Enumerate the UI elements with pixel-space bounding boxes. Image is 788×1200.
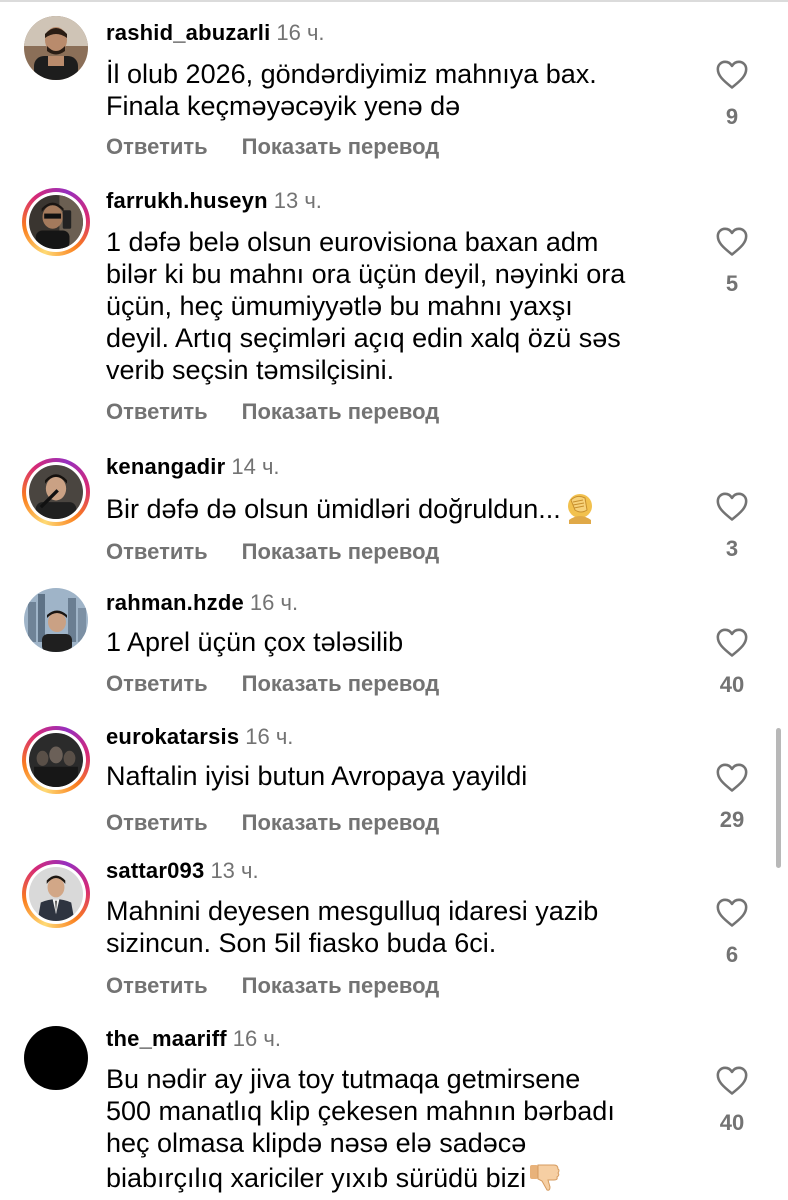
- show-translation-button[interactable]: Показать перевод: [242, 399, 440, 425]
- username[interactable]: kenangadir: [106, 454, 225, 479]
- comment-header: the_maariff 16 ч.: [106, 1026, 281, 1052]
- show-translation-button[interactable]: Показать перевод: [242, 134, 440, 160]
- username[interactable]: rashid_abuzarli: [106, 20, 270, 45]
- username[interactable]: farrukh.huseyn: [106, 188, 268, 213]
- heart-icon[interactable]: [715, 225, 749, 257]
- comment-header: kenangadir 14 ч.: [106, 454, 280, 480]
- like-control: 5: [708, 225, 756, 297]
- timestamp: 16 ч.: [232, 1026, 281, 1051]
- heart-icon[interactable]: [715, 1064, 749, 1096]
- reply-button[interactable]: Ответить: [106, 134, 208, 160]
- like-control: 40: [708, 626, 756, 698]
- username[interactable]: sattar093: [106, 858, 204, 883]
- like-control: 9: [708, 58, 756, 130]
- show-translation-button[interactable]: Показать перевод: [242, 973, 440, 999]
- avatar[interactable]: [22, 188, 90, 256]
- username[interactable]: eurokatarsis: [106, 724, 239, 749]
- username[interactable]: the_maariff: [106, 1026, 227, 1051]
- comment-actions: Ответить Показать перевод: [106, 973, 439, 999]
- face-palm-emoji: [563, 490, 597, 524]
- timestamp: 16 ч.: [249, 590, 299, 615]
- comment-actions: Ответить Показать перевод: [106, 399, 439, 425]
- like-control: 29: [708, 761, 756, 833]
- avatar[interactable]: [22, 458, 90, 526]
- avatar[interactable]: [24, 16, 88, 80]
- show-translation-button[interactable]: Показать перевод: [242, 810, 440, 836]
- show-translation-button[interactable]: Показать перевод: [242, 539, 440, 565]
- comment-text: İl olub 2026, göndərdiyimiz mahnıya bax.…: [106, 59, 597, 121]
- scrollbar[interactable]: [776, 728, 781, 868]
- comment-text: 1 Aprel üçün çox tələsilib: [106, 627, 404, 657]
- reply-button[interactable]: Ответить: [106, 539, 208, 565]
- reply-button[interactable]: Ответить: [106, 399, 208, 425]
- avatar[interactable]: [24, 1026, 88, 1090]
- comment-text: Bu nədir ay jiva toy tutmaqa getmirsene …: [106, 1063, 686, 1194]
- like-count: 6: [725, 942, 739, 967]
- avatar[interactable]: [22, 860, 90, 928]
- timestamp: 13 ч.: [210, 858, 259, 883]
- show-translation-button[interactable]: Показать перевод: [242, 671, 440, 697]
- reply-button[interactable]: Ответить: [106, 973, 208, 999]
- comment-header: rashid_abuzarli 16 ч.: [106, 20, 325, 46]
- timestamp: 13 ч.: [273, 188, 322, 213]
- comment-actions: Ответить Показать перевод: [106, 539, 439, 565]
- like-count: 5: [725, 271, 739, 296]
- comment-header: sattar093 13 ч.: [106, 858, 259, 884]
- avatar[interactable]: [22, 726, 90, 794]
- comment-actions: Ответить Показать перевод: [106, 134, 439, 160]
- like-count: 29: [719, 807, 745, 832]
- heart-icon[interactable]: [715, 761, 749, 793]
- comment-text: Bir dəfə də olsun ümidləri doğruldun...: [106, 490, 686, 525]
- comment-header: rahman.hzde 16 ч.: [106, 590, 298, 616]
- thumbs-down-emoji: [528, 1159, 562, 1193]
- like-count: 3: [725, 536, 739, 561]
- avatar[interactable]: [24, 588, 88, 652]
- like-control: 40: [708, 1064, 756, 1136]
- comment-text-content: Bir dəfə də olsun ümidləri doğruldun...: [106, 494, 561, 524]
- username[interactable]: rahman.hzde: [106, 590, 244, 615]
- comment-header: eurokatarsis 16 ч.: [106, 724, 293, 750]
- timestamp: 14 ч.: [231, 454, 280, 479]
- comment-header: farrukh.huseyn 13 ч.: [106, 188, 322, 214]
- like-count: 40: [719, 672, 745, 697]
- comment-text: 1 dəfə belə olsun eurovisiona baxan adm …: [106, 227, 626, 385]
- heart-icon[interactable]: [715, 490, 749, 522]
- timestamp: 16 ч.: [245, 724, 294, 749]
- comment-actions: Ответить Показать перевод: [106, 810, 439, 836]
- reply-button[interactable]: Ответить: [106, 671, 208, 697]
- timestamp: 16 ч.: [276, 20, 325, 45]
- heart-icon[interactable]: [715, 896, 749, 928]
- reply-button[interactable]: Ответить: [106, 810, 208, 836]
- heart-icon[interactable]: [715, 58, 749, 90]
- heart-icon[interactable]: [715, 626, 749, 658]
- like-control: 6: [708, 896, 756, 968]
- comment-actions: Ответить Показать перевод: [106, 671, 439, 697]
- comment-text: Mahnini deyesen mesgulluq idaresi yazib …: [106, 896, 599, 958]
- like-count: 9: [725, 104, 739, 129]
- top-divider: [0, 0, 788, 2]
- like-count: 40: [719, 1110, 745, 1135]
- comment-text: Naftalin iyisi butun Avropaya yayildi: [106, 761, 528, 791]
- like-control: 3: [708, 490, 756, 562]
